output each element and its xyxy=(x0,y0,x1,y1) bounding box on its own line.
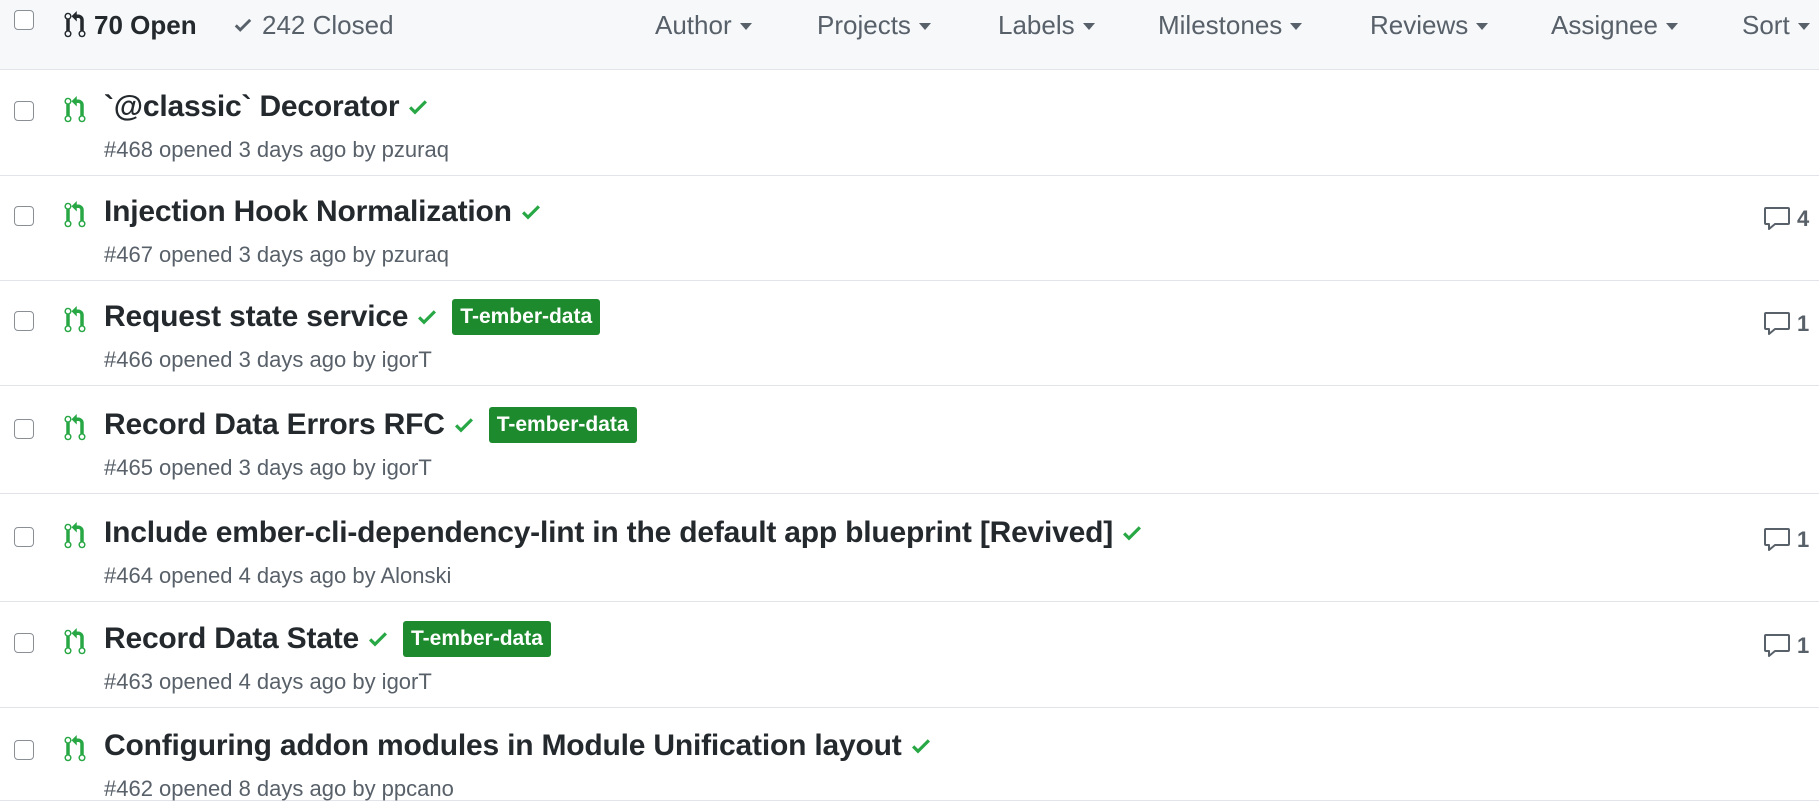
assignee-filter[interactable]: Assignee xyxy=(1551,8,1678,42)
comment-icon xyxy=(1764,312,1790,335)
filter-menus: Author Projects Labels Milestones Review… xyxy=(0,8,1819,42)
git-pull-request-icon xyxy=(64,414,86,441)
row-select-checkbox[interactable] xyxy=(14,206,34,226)
pull-request-title-line: `@classic` Decorator xyxy=(104,85,429,129)
row-select-checkbox[interactable] xyxy=(14,740,34,760)
git-pull-request-icon xyxy=(64,522,86,549)
row-select-checkbox[interactable] xyxy=(14,311,34,331)
comment-count-link[interactable]: 1 xyxy=(1763,525,1809,555)
comment-count-link[interactable]: 4 xyxy=(1763,204,1809,234)
pull-request-title-link[interactable]: Configuring addon modules in Module Unif… xyxy=(104,729,902,763)
author-filter[interactable]: Author xyxy=(655,8,752,42)
labels-filter[interactable]: Labels xyxy=(998,8,1095,42)
pull-request-title-line: Configuring addon modules in Module Unif… xyxy=(104,724,932,768)
triangle-down-icon xyxy=(1797,23,1810,30)
pull-request-row: Record Data State T-ember-data #463 open… xyxy=(0,603,1819,708)
pull-request-title-line: Record Data Errors RFC T-ember-data xyxy=(104,403,637,447)
git-pull-request-icon xyxy=(64,735,86,762)
git-pull-request-icon xyxy=(64,201,86,228)
pull-request-title-link[interactable]: Request state service xyxy=(104,300,408,334)
projects-filter[interactable]: Projects xyxy=(817,8,931,42)
pull-request-meta: #465 opened 3 days ago by igorT xyxy=(104,455,432,480)
pull-request-title-line: Include ember-cli-dependency-lint in the… xyxy=(104,511,1143,555)
comment-count-link[interactable]: 1 xyxy=(1763,631,1809,661)
triangle-down-icon xyxy=(1290,23,1303,30)
pull-request-row: Record Data Errors RFC T-ember-data #465… xyxy=(0,389,1819,494)
pull-request-row: `@classic` Decorator #468 opened 3 days … xyxy=(0,71,1819,176)
pull-request-title-link[interactable]: Injection Hook Normalization xyxy=(104,195,512,229)
git-pull-request-icon xyxy=(64,628,86,655)
pull-request-title-link[interactable]: Record Data State xyxy=(104,622,359,656)
pull-request-meta: #464 opened 4 days ago by Alonski xyxy=(104,563,452,588)
row-select-checkbox[interactable] xyxy=(14,419,34,439)
pull-request-meta: #468 opened 3 days ago by pzuraq xyxy=(104,137,449,162)
pull-request-meta: #467 opened 3 days ago by pzuraq xyxy=(104,242,449,267)
comment-icon xyxy=(1764,207,1790,230)
comment-count: 4 xyxy=(1797,206,1810,231)
label-t-ember-data[interactable]: T-ember-data xyxy=(403,621,551,657)
label-t-ember-data[interactable]: T-ember-data xyxy=(488,407,637,443)
pull-request-title-link[interactable]: Record Data Errors RFC xyxy=(104,408,445,442)
row-select-checkbox[interactable] xyxy=(14,527,34,547)
pull-request-title-link[interactable]: `@classic` Decorator xyxy=(104,90,400,124)
pull-request-title-line: Record Data State T-ember-data xyxy=(104,617,551,661)
row-select-checkbox[interactable] xyxy=(14,101,34,121)
milestones-filter[interactable]: Milestones xyxy=(1158,8,1303,42)
check-icon[interactable] xyxy=(520,200,542,224)
pull-request-meta: #463 opened 4 days ago by igorT xyxy=(104,669,432,694)
pull-request-row: Include ember-cli-dependency-lint in the… xyxy=(0,497,1819,602)
check-icon[interactable] xyxy=(453,413,475,437)
comment-count: 1 xyxy=(1797,311,1810,336)
issues-list-header: 70 Open 242 Closed Author Projects Label… xyxy=(0,0,1819,70)
label-t-ember-data[interactable]: T-ember-data xyxy=(452,299,601,335)
pull-request-row: Configuring addon modules in Module Unif… xyxy=(0,710,1819,801)
comment-icon xyxy=(1764,528,1790,551)
check-icon[interactable] xyxy=(407,95,429,119)
check-icon[interactable] xyxy=(910,734,932,758)
triangle-down-icon xyxy=(1082,23,1095,30)
pull-request-row: Request state service T-ember-data #466 … xyxy=(0,281,1819,386)
comment-count: 1 xyxy=(1797,527,1810,552)
pull-request-title-link[interactable]: Include ember-cli-dependency-lint in the… xyxy=(104,516,1113,550)
row-select-checkbox[interactable] xyxy=(14,633,34,653)
comment-count-link[interactable]: 1 xyxy=(1763,309,1809,339)
check-icon[interactable] xyxy=(1121,521,1143,545)
triangle-down-icon xyxy=(739,23,752,30)
reviews-filter[interactable]: Reviews xyxy=(1370,8,1489,42)
pull-request-meta: #466 opened 3 days ago by igorT xyxy=(104,347,432,372)
triangle-down-icon xyxy=(918,23,931,30)
triangle-down-icon xyxy=(1665,23,1678,30)
pull-request-meta: #462 opened 8 days ago by ppcano xyxy=(104,776,454,801)
pull-request-title-line: Injection Hook Normalization xyxy=(104,190,542,234)
git-pull-request-icon xyxy=(64,306,86,333)
pull-request-row: Injection Hook Normalization #467 opened… xyxy=(0,176,1819,281)
check-icon[interactable] xyxy=(416,305,438,329)
git-pull-request-icon xyxy=(64,96,86,123)
pull-request-title-line: Request state service T-ember-data xyxy=(104,295,601,339)
comment-icon xyxy=(1764,634,1790,657)
check-icon[interactable] xyxy=(367,627,389,651)
triangle-down-icon xyxy=(1476,23,1489,30)
comment-count: 1 xyxy=(1797,633,1810,658)
sort-filter[interactable]: Sort xyxy=(1742,8,1810,42)
